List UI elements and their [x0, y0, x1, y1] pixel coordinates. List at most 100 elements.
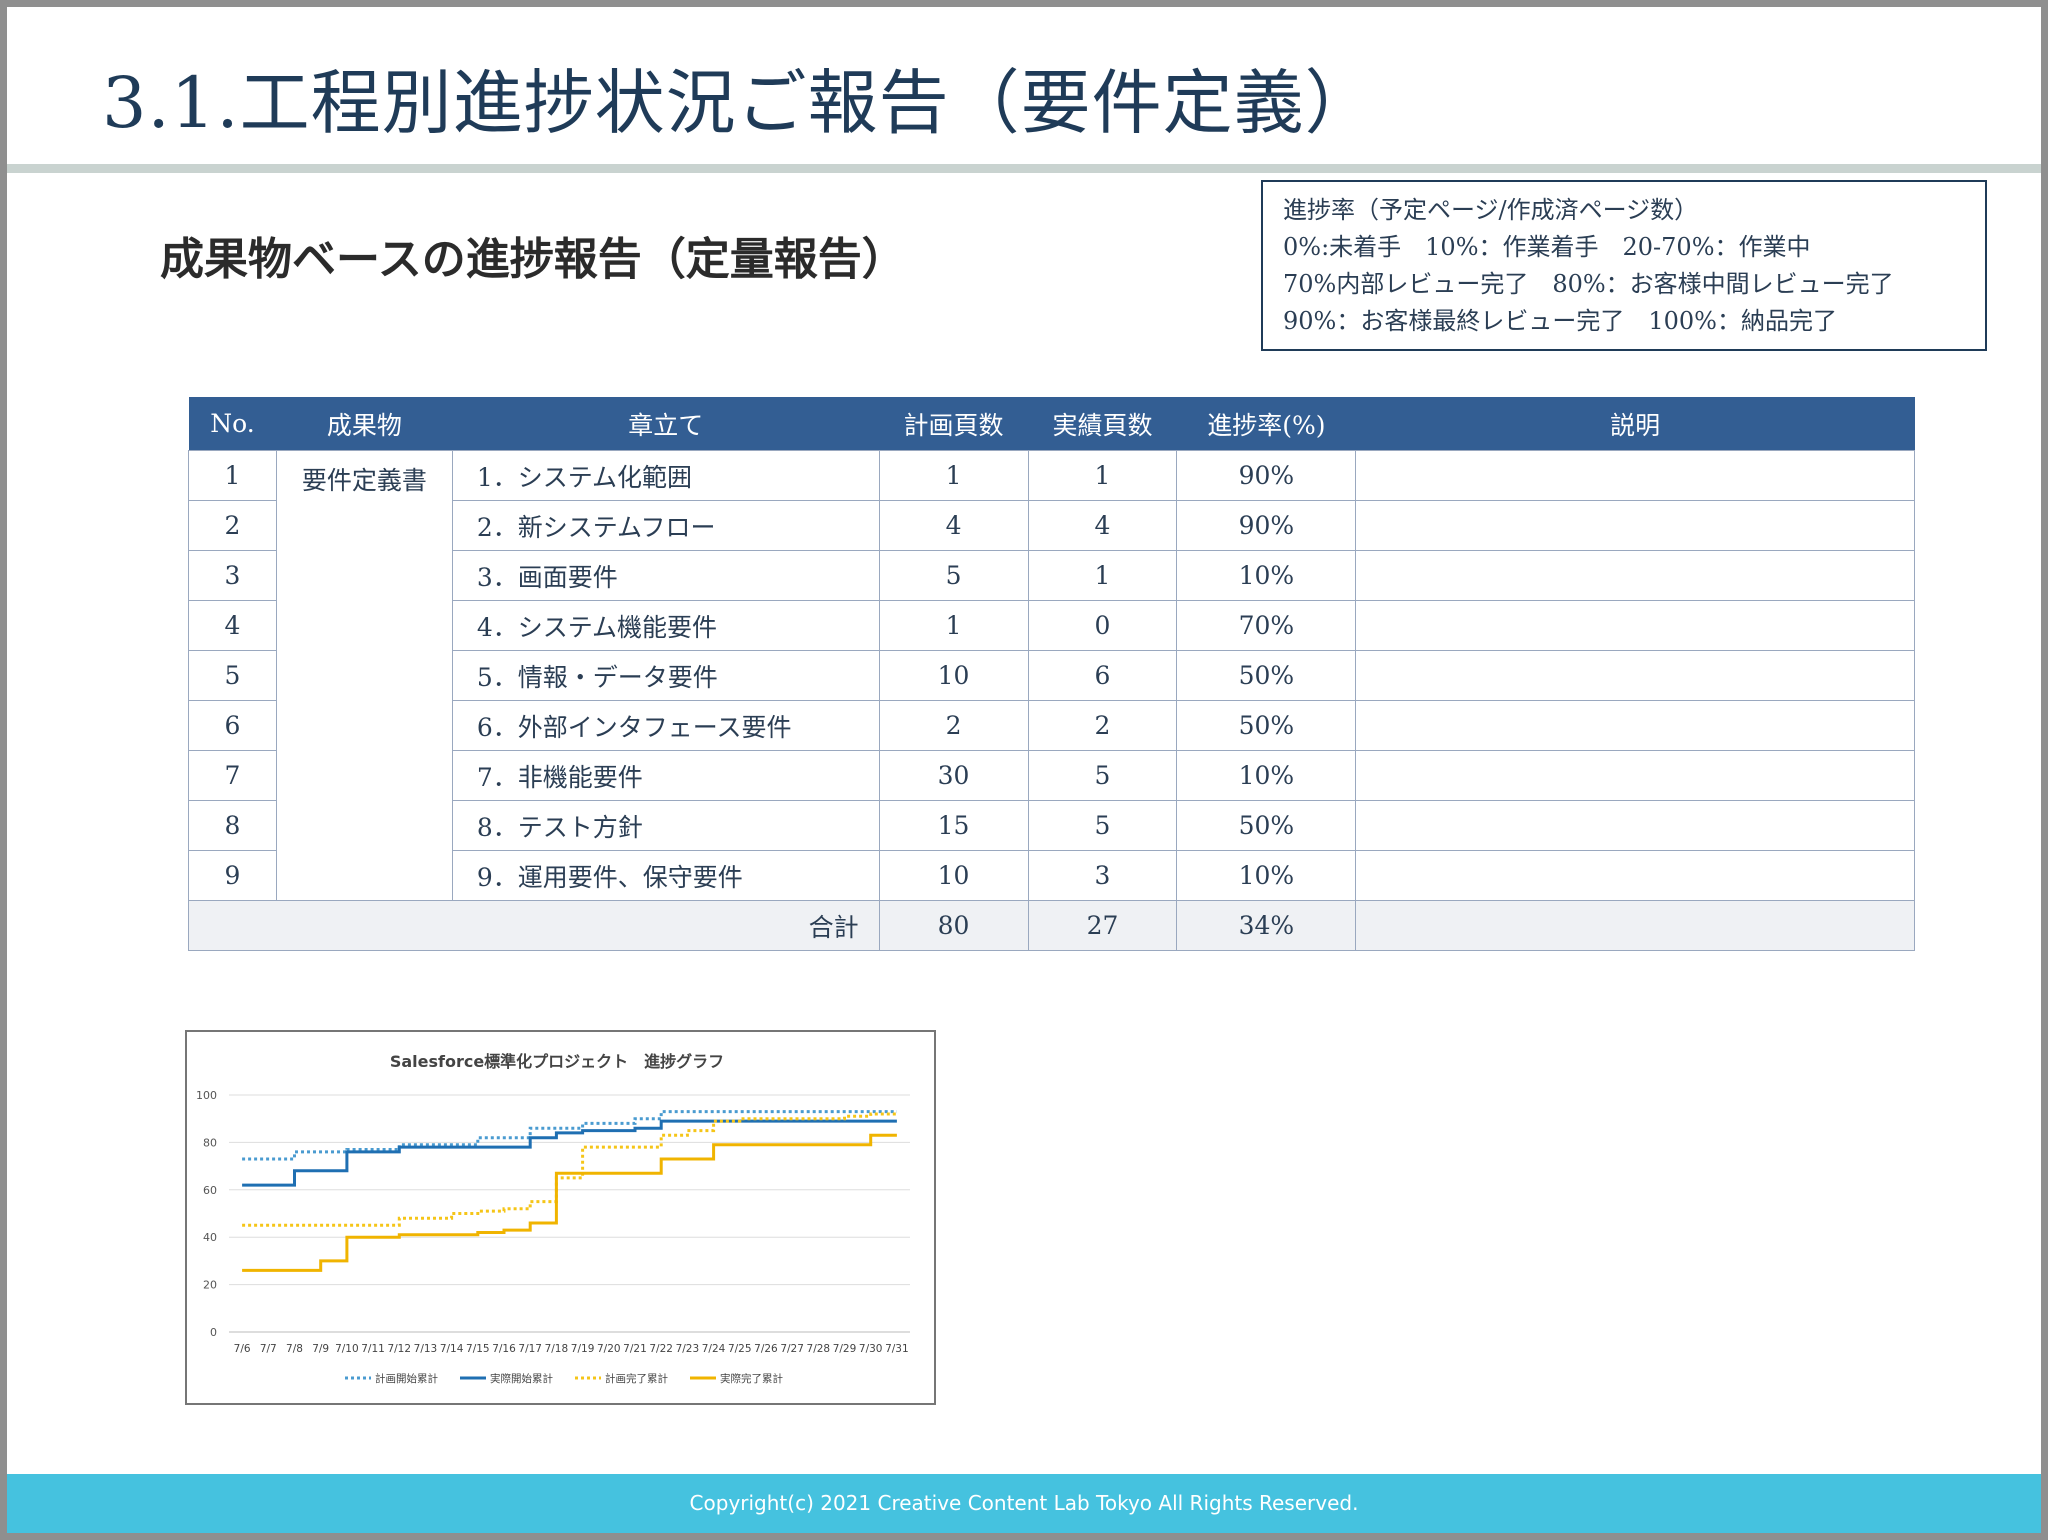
- title-divider: [7, 164, 2041, 173]
- header-no: No.: [188, 397, 277, 451]
- total-note: [1355, 900, 1915, 951]
- cell-rate: 10%: [1176, 550, 1357, 601]
- cell-no: 8: [188, 800, 277, 851]
- cell-plan: 2: [878, 700, 1029, 751]
- x-tick-label: 7/24: [702, 1343, 726, 1355]
- cell-actual: 3: [1027, 850, 1178, 901]
- series-line: [242, 1119, 897, 1187]
- cell-actual: 1: [1027, 450, 1178, 501]
- total-plan: 80: [878, 900, 1029, 951]
- x-tick-label: 7/9: [312, 1343, 329, 1355]
- progress-chart-svg: Salesforce標準化プロジェクト 進捗グラフ 0 20 40 60 80 100 7/…: [196, 1052, 910, 1385]
- cell-rate: 50%: [1176, 650, 1357, 701]
- x-tick-label: 7/15: [466, 1343, 490, 1355]
- x-tick-label: 7/12: [387, 1343, 411, 1355]
- progress-table: No. 成果物 章立て 計画頁数 実績頁数 進捗率(%) 説明 1 要件定義書 …: [188, 397, 1915, 951]
- cell-no: 6: [188, 700, 277, 751]
- cell-chapter: 5．情報・データ要件: [451, 650, 880, 701]
- cell-note: [1355, 650, 1915, 701]
- cell-plan: 1: [878, 600, 1029, 651]
- cell-rate: 90%: [1176, 500, 1357, 551]
- cell-chapter: 9．運用要件、保守要件: [451, 850, 880, 901]
- x-tick-label: 7/14: [440, 1343, 464, 1355]
- cell-actual: 2: [1027, 700, 1178, 751]
- cell-actual: 6: [1027, 650, 1178, 701]
- cell-note: [1355, 850, 1915, 901]
- x-tick-label: 7/6: [234, 1343, 251, 1355]
- x-tick-label: 7/31: [885, 1343, 909, 1355]
- cell-plan: 15: [878, 800, 1029, 851]
- page-title: 3.1.工程別進捗状況ご報告（要件定義）: [102, 62, 1376, 144]
- y-tick-label: 20: [203, 1279, 217, 1292]
- table-total-row: 合計 80 27 34%: [188, 900, 1915, 951]
- legend-label: 実際開始累計: [490, 1372, 553, 1385]
- total-rate: 34%: [1176, 900, 1357, 951]
- cell-no: 3: [188, 550, 277, 601]
- cell-note: [1355, 450, 1915, 501]
- x-tick-label: 7/21: [623, 1343, 647, 1355]
- y-tick-label: 60: [203, 1184, 217, 1197]
- x-tick-label: 7/23: [676, 1343, 700, 1355]
- x-tick-label: 7/16: [492, 1343, 516, 1355]
- cell-chapter: 4．システム機能要件: [451, 600, 880, 651]
- x-tick-label: 7/22: [649, 1343, 673, 1355]
- progress-rate-legend: 進捗率（予定ページ/作成済ページ数） 0%:未着手 10%：作業着手 20-70…: [1261, 180, 1987, 351]
- legend-line: 90%：お客様最終レビュー完了 100%：納品完了: [1283, 307, 1837, 335]
- x-tick-label: 7/28: [807, 1343, 831, 1355]
- progress-chart: Salesforce標準化プロジェクト 進捗グラフ 0 20 40 60 80 100 7/…: [185, 1030, 936, 1405]
- x-tick-label: 7/29: [833, 1343, 857, 1355]
- header-chapter: 章立て: [452, 397, 880, 451]
- copyright-footer: Copyright(c) 2021 Creative Content Lab T…: [7, 1474, 2041, 1533]
- total-actual: 27: [1027, 900, 1178, 951]
- cell-no: 4: [188, 600, 277, 651]
- cell-chapter: 8．テスト方針: [451, 800, 880, 851]
- cell-plan: 30: [878, 750, 1029, 801]
- cell-actual: 4: [1027, 500, 1178, 551]
- cell-note: [1355, 500, 1915, 551]
- x-tick-label: 7/8: [286, 1343, 303, 1355]
- cell-chapter: 3．画面要件: [451, 550, 880, 601]
- table-row: 1 要件定義書 1．システム化範囲 1 1 90%: [188, 450, 1915, 901]
- cell-chapter: 6．外部インタフェース要件: [451, 700, 880, 751]
- cell-plan: 10: [878, 850, 1029, 901]
- x-tick-label: 7/30: [859, 1343, 883, 1355]
- cell-note: [1355, 750, 1915, 801]
- cell-actual: 1: [1027, 550, 1178, 601]
- cell-note: [1355, 700, 1915, 751]
- y-tick-label: 80: [203, 1136, 217, 1149]
- cell-rate: 10%: [1176, 850, 1357, 901]
- x-tick-label: 7/25: [728, 1343, 752, 1355]
- x-tick-label: 7/11: [361, 1343, 385, 1355]
- legend-line: 0%:未着手 10%：作業着手 20-70%：作業中: [1283, 233, 1811, 261]
- legend-label: 計画完了累計: [605, 1372, 668, 1385]
- y-tick-label: 100: [196, 1089, 217, 1102]
- series-line: [242, 1133, 897, 1272]
- cell-actual: 5: [1027, 750, 1178, 801]
- cell-actual: 5: [1027, 800, 1178, 851]
- header-progress-rate: 進捗率(%): [1176, 397, 1356, 451]
- cell-no: 2: [188, 500, 277, 551]
- legend-label: 計画開始累計: [375, 1372, 438, 1385]
- x-tick-label: 7/20: [597, 1343, 621, 1355]
- x-tick-label: 7/19: [571, 1343, 595, 1355]
- cell-note: [1355, 800, 1915, 851]
- cell-rate: 70%: [1176, 600, 1357, 651]
- cell-no: 1: [188, 450, 277, 501]
- cell-note: [1355, 550, 1915, 601]
- cell-chapter: 7．非機能要件: [451, 750, 880, 801]
- x-tick-label: 7/13: [414, 1343, 438, 1355]
- legend-line: 進捗率（予定ページ/作成済ページ数）: [1283, 196, 1699, 224]
- cell-rate: 50%: [1176, 700, 1357, 751]
- table-header-row: No. 成果物 章立て 計画頁数 実績頁数 進捗率(%) 説明: [188, 397, 1915, 451]
- x-tick-label: 7/27: [780, 1343, 804, 1355]
- cell-plan: 10: [878, 650, 1029, 701]
- series-line: [242, 1110, 897, 1161]
- cell-note: [1355, 600, 1915, 651]
- cell-chapter: 2．新システムフロー: [451, 500, 880, 551]
- x-tick-label: 7/10: [335, 1343, 359, 1355]
- cell-no: 5: [188, 650, 277, 701]
- cell-plan: 5: [878, 550, 1029, 601]
- cell-rate: 90%: [1176, 450, 1357, 501]
- cell-no: 9: [188, 850, 277, 901]
- cell-actual: 0: [1027, 600, 1178, 651]
